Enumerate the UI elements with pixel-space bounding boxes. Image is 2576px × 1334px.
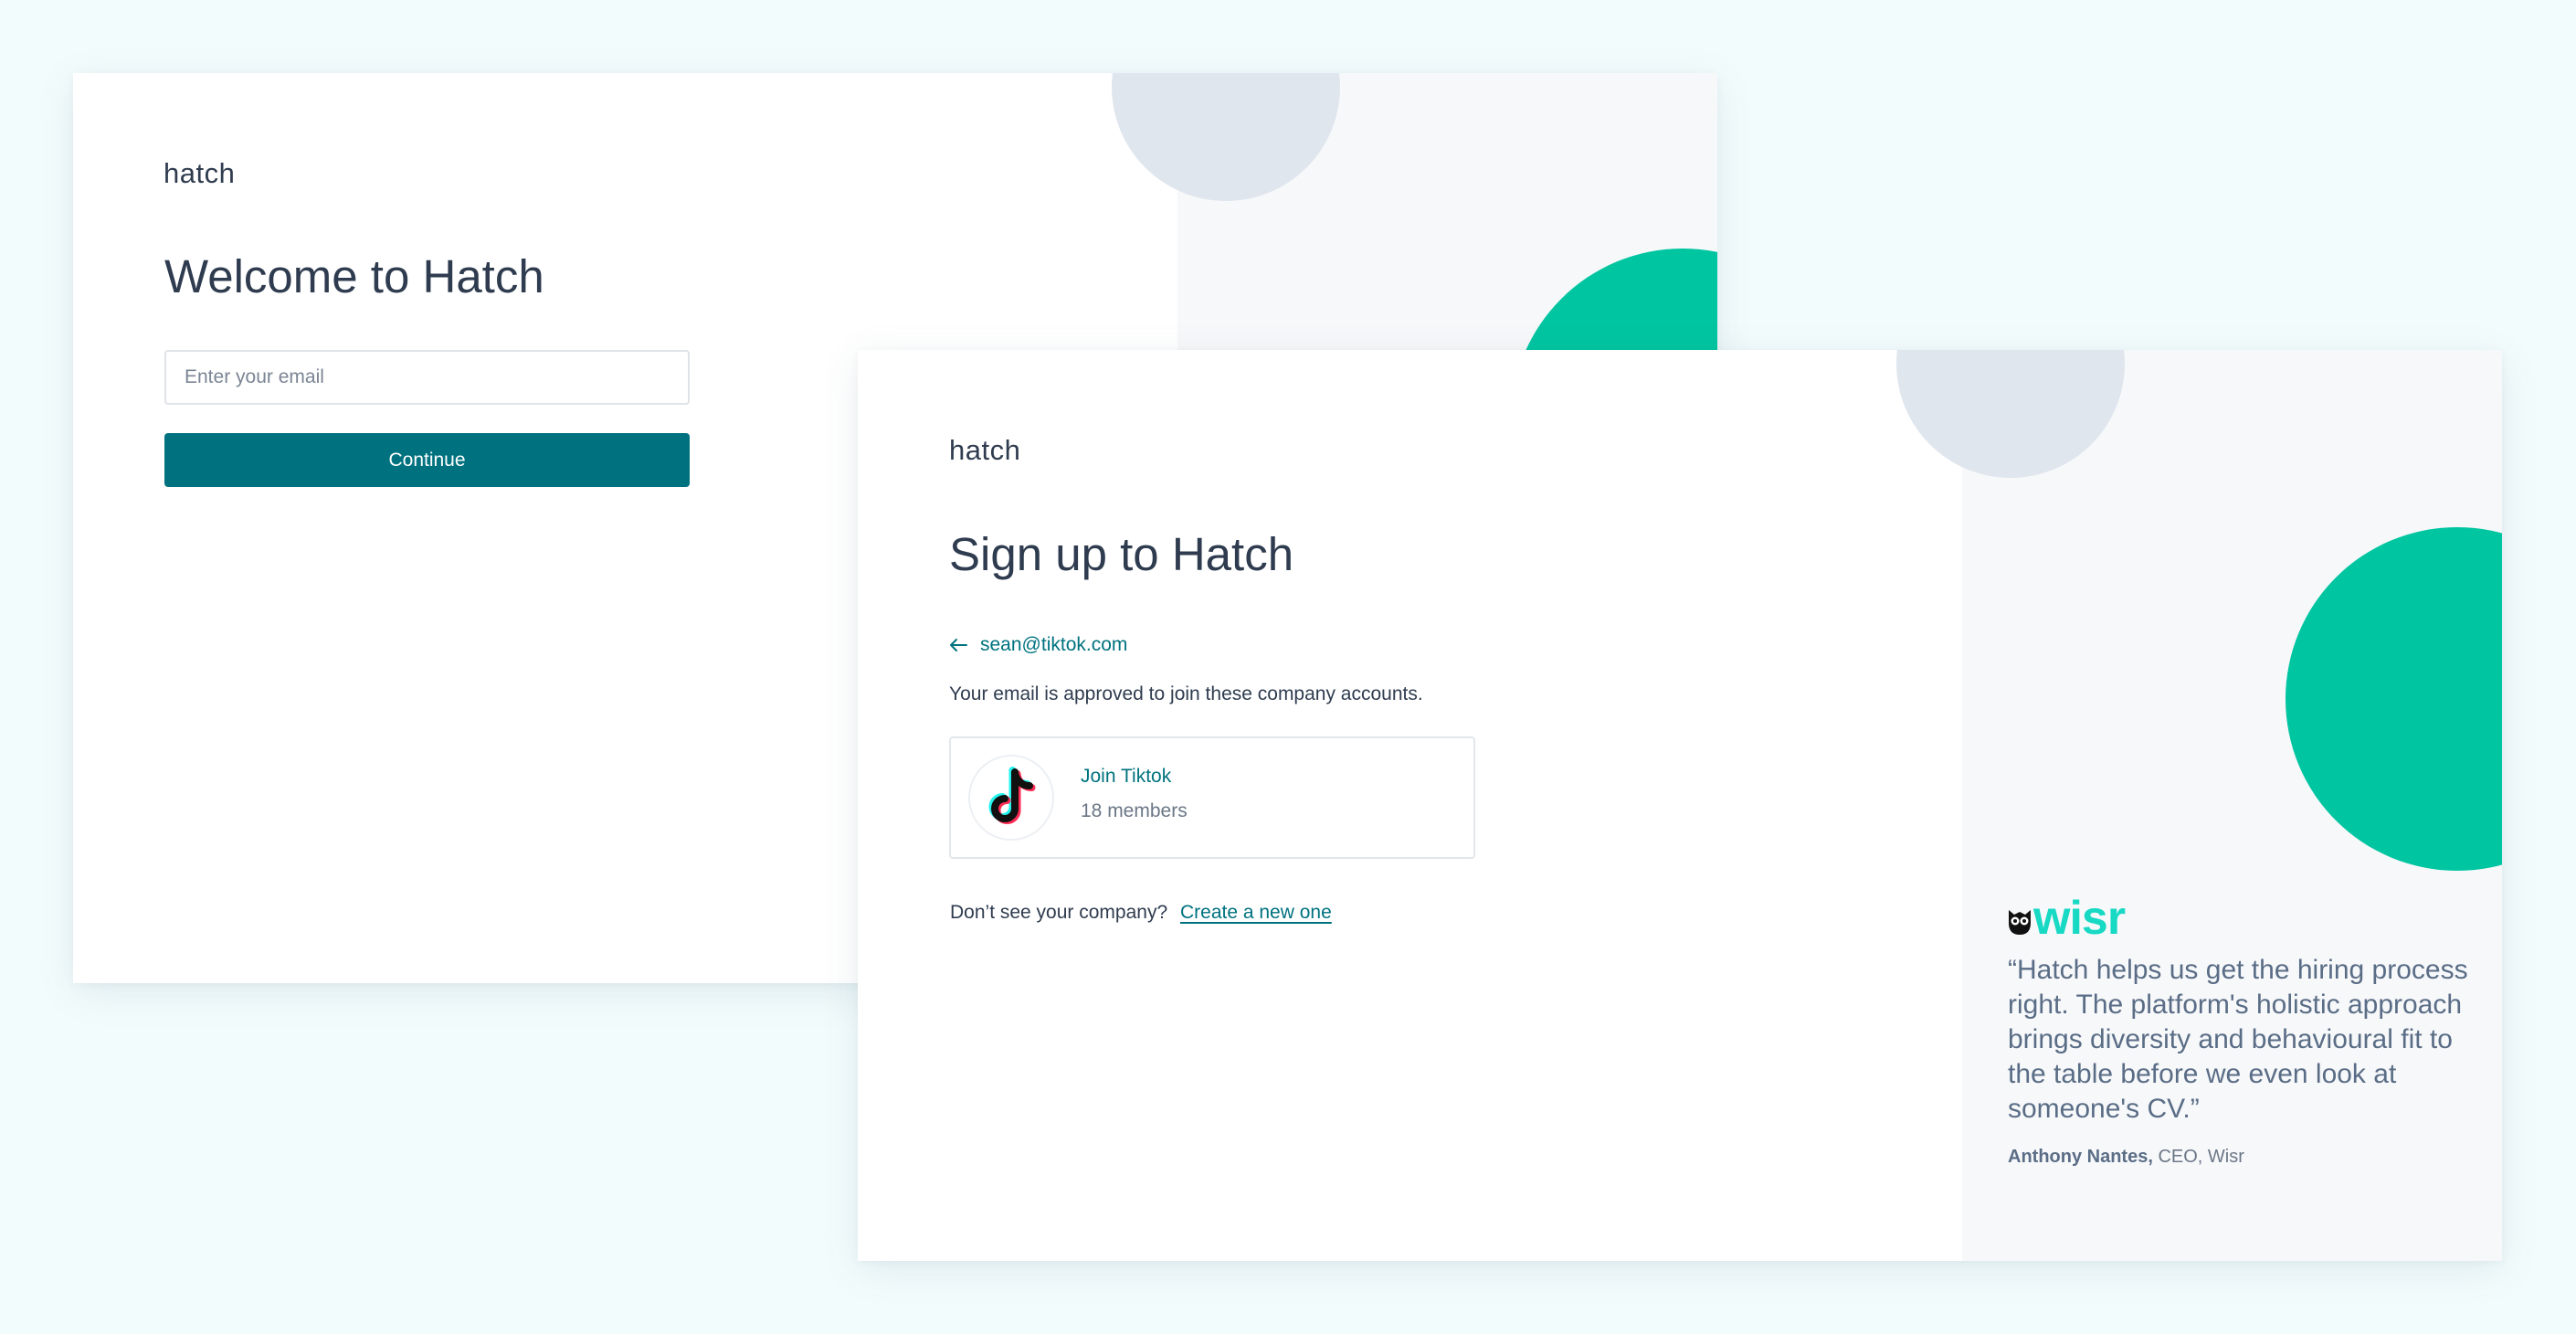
- testimonial: wisr “Hatch helps us get the hiring proc…: [2008, 892, 2483, 1168]
- testimonial-attribution: Anthony Nantes, CEO, Wisr: [2008, 1147, 2483, 1168]
- tiktok-logo-icon: [968, 755, 1054, 841]
- create-new-company-link[interactable]: Create a new one: [1180, 902, 1332, 923]
- arrow-left-icon: [949, 638, 967, 652]
- hatch-logo: hatch: [164, 157, 236, 189]
- signup-card: hatch Sign up to Hatch sean@tiktok.com Y…: [858, 350, 2502, 1261]
- owl-icon: [2008, 905, 2032, 940]
- create-company-prompt: Don’t see your company? Create a new one: [950, 902, 1332, 924]
- join-company-label: Join Tiktok: [1081, 766, 1172, 787]
- member-count: 18 members: [1081, 800, 1188, 821]
- wisr-wordmark: wisr: [2033, 892, 2126, 945]
- email-input[interactable]: [164, 350, 690, 405]
- back-to-email-link[interactable]: sean@tiktok.com: [949, 629, 1127, 662]
- author-name: Anthony Nantes,: [2008, 1147, 2153, 1167]
- page-title: Sign up to Hatch: [949, 528, 1294, 580]
- testimonial-quote: “Hatch helps us get the hiring process r…: [2008, 955, 2468, 1124]
- company-option-tiktok[interactable]: Join Tiktok 18 members: [949, 736, 1475, 859]
- wisr-logo: wisr: [2008, 892, 2483, 945]
- approved-message: Your email is approved to join these com…: [949, 683, 1423, 704]
- entered-email: sean@tiktok.com: [980, 634, 1128, 655]
- hatch-logo: hatch: [949, 434, 1021, 466]
- page-title: Welcome to Hatch: [164, 250, 544, 302]
- author-role: CEO, Wisr: [2158, 1147, 2244, 1167]
- continue-button[interactable]: Continue: [164, 433, 690, 487]
- missing-company-text: Don’t see your company?: [950, 902, 1168, 923]
